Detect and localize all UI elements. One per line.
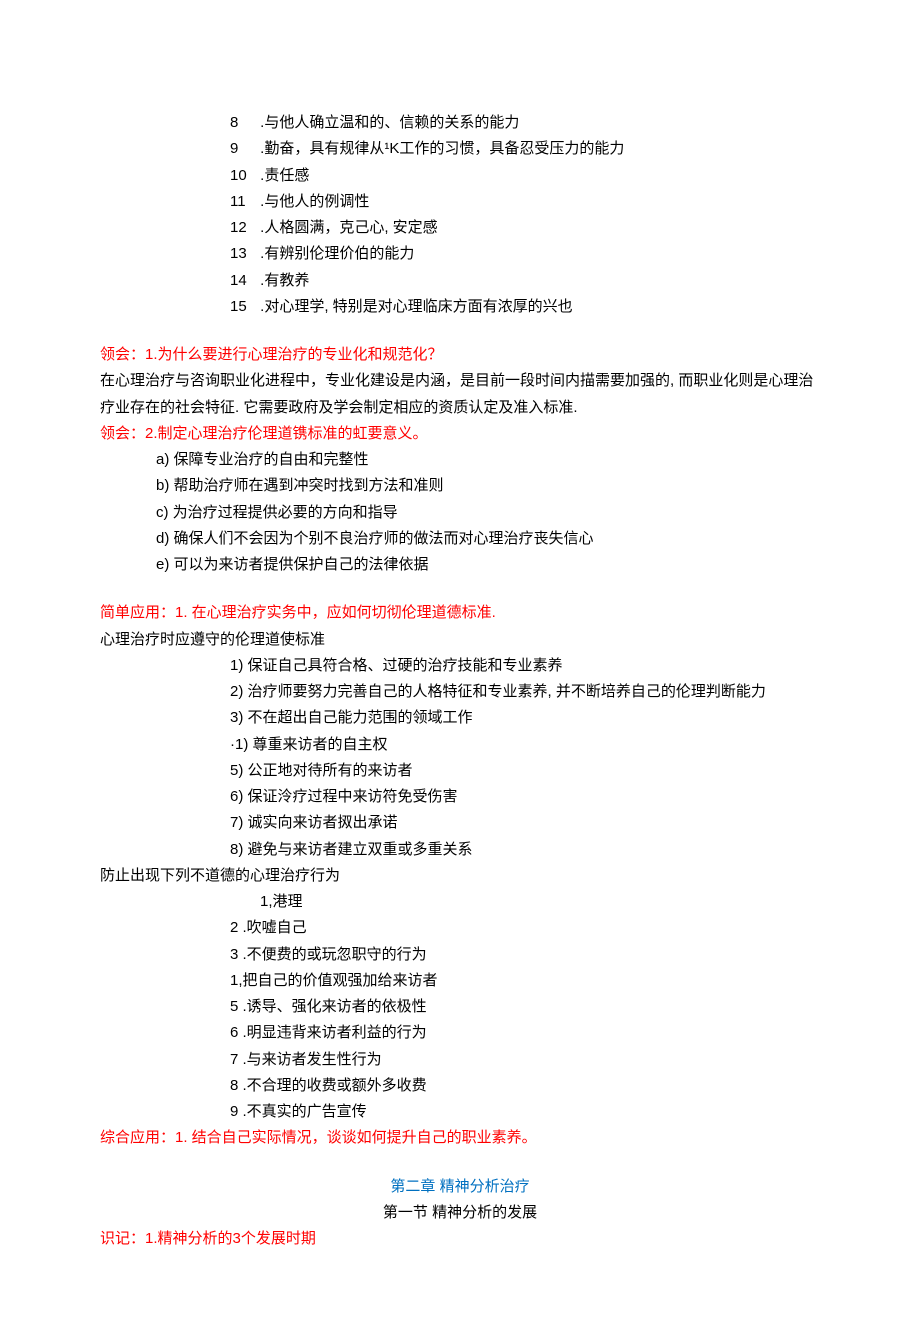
- list-item: 1,把自己的价值观强加给来访者: [100, 968, 820, 994]
- list-item: 7) 诚实向来访者㧐出承诺: [100, 810, 820, 836]
- spacer: [100, 578, 820, 600]
- list-item: 8) 避免与来访者建立双重或多重关系: [100, 837, 820, 863]
- spacer: [100, 320, 820, 342]
- list-item: 9 .不真实的广告宣传: [100, 1099, 820, 1125]
- document-page: 8 .与他人确立温和的、信赖的关系的能力 9 .勤奋，具有规律从¹K工作的习惯，…: [0, 0, 920, 1332]
- item-text: .与他人的例调性: [256, 193, 369, 210]
- heading-comprehend-2: 领会：2.制定心理治疗伦理道镌标准的虹要意义。: [100, 421, 820, 447]
- chapter-title: 第二章 精神分析治疗: [100, 1174, 820, 1200]
- list-item: ·1) 尊重来访者的自主权: [100, 732, 820, 758]
- list-unethical-behaviors: 1,港理 2 .吹嘘自己 3 .不便费的或玩忽职守的行为 1,把自己的价值观强加…: [100, 889, 820, 1125]
- item-number: 10: [230, 163, 256, 189]
- item-text: .有辨别伦理价伯的能力: [256, 245, 414, 262]
- list-item: e) 可以为来访者提供保护自己的法律依据: [100, 552, 820, 578]
- list-item: 14 .有教养: [100, 268, 820, 294]
- list-ethical-standards: 1) 保证自己具符合格、过硬的治疗技能和专业素养 2) 治疗师要努力完善自己的人…: [100, 653, 820, 863]
- item-number: 13: [230, 241, 256, 267]
- paragraph: 在心理治疗与咨询职业化进程中，专业化建设是内涵，是目前一段时间内描需要加强的, …: [100, 368, 820, 421]
- list-item: 3 .不便费的或玩忽职守的行为: [100, 942, 820, 968]
- heading-comprehensive-application: 综合应用：1. 结合自己实际情况，谈谈如何提升自己的职业素养。: [100, 1125, 820, 1151]
- list-item: 9 .勤奋，具有规律从¹K工作的习惯，具备忍受压力的能力: [100, 136, 820, 162]
- item-number: 14: [230, 268, 256, 294]
- list-item: 7 .与来访者发生性行为: [100, 1047, 820, 1073]
- list-item: 5) 公正地对待所有的来访者: [100, 758, 820, 784]
- list-item: 15 .对心理学, 特别是对心理临床方面有浓厚的兴也: [100, 294, 820, 320]
- list-abilities: 8 .与他人确立温和的、信赖的关系的能力 9 .勤奋，具有规律从¹K工作的习惯，…: [100, 110, 820, 320]
- list-item: 5 .诱导、强化来访者的依极性: [100, 994, 820, 1020]
- list-item: d) 确保人们不会因为个别不良治疗师的做法而对心理治疗丧失信心: [100, 526, 820, 552]
- item-text: .勤奋，具有规律从¹K工作的习惯，具备忍受压力的能力: [256, 140, 624, 157]
- heading-comprehend-1: 领会：1.为什么要进行心理治疗的专业化和规范化？: [100, 342, 820, 368]
- list-item: 6) 保证泠疗过程中来访符免受伤害: [100, 784, 820, 810]
- list-item: 10 .责任感: [100, 163, 820, 189]
- list-item: 3) 不在超出自己能力范围的领域工作: [100, 705, 820, 731]
- heading-memorize-1: 识记：1.精神分析的3个发展时期: [100, 1226, 820, 1252]
- spacer: [100, 1152, 820, 1174]
- item-number: 8: [230, 110, 256, 136]
- item-number: 12: [230, 215, 256, 241]
- section-title: 第一节 精神分析的发展: [100, 1200, 820, 1226]
- list-item: 2 .吹嘘自己: [100, 915, 820, 941]
- item-number: 11: [230, 189, 256, 215]
- item-text: .与他人确立温和的、信赖的关系的能力: [256, 114, 519, 131]
- list-item: 11 .与他人的例调性: [100, 189, 820, 215]
- heading-simple-application: 简单应用：1. 在心理治疗实务中，应如何切彻伦理道德标准.: [100, 600, 820, 626]
- list-item: 13 .有辨别伦理价伯的能力: [100, 241, 820, 267]
- list-significance: a) 保障专业治疗的自由和完整性 b) 帮助治疗师在遇到冲突时找到方法和准则 c…: [100, 447, 820, 578]
- list-item: 1,港理: [100, 889, 820, 915]
- item-number: 9: [230, 136, 256, 162]
- list-item: 8 .与他人确立温和的、信赖的关系的能力: [100, 110, 820, 136]
- item-text: .人格圆满，克己心, 安定感: [256, 219, 438, 236]
- list-item: 1) 保证自己具符合格、过硬的治疗技能和专业素养: [100, 653, 820, 679]
- item-number: 15: [230, 294, 256, 320]
- paragraph: 心理治疗时应遵守的伦理道使标准: [100, 627, 820, 653]
- list-item: 12 .人格圆满，克己心, 安定感: [100, 215, 820, 241]
- item-text: .对心理学, 特别是对心理临床方面有浓厚的兴也: [256, 298, 573, 315]
- list-item: c) 为治疗过程提供必要的方向和指导: [100, 500, 820, 526]
- list-item: 6 .明显违背来访者利益的行为: [100, 1020, 820, 1046]
- list-item: b) 帮助治疗师在遇到冲突时找到方法和准则: [100, 473, 820, 499]
- list-item: 8 .不合理的收费或额外多收费: [100, 1073, 820, 1099]
- item-text: .有教养: [256, 272, 309, 289]
- item-text: .责任感: [256, 167, 309, 184]
- list-item: 2) 治疗师要努力完善自己的人格特征和专业素养, 并不断培养自己的伦理判断能力: [100, 679, 820, 705]
- paragraph: 防止出现下列不道德的心理治疗行为: [100, 863, 820, 889]
- list-item: a) 保障专业治疗的自由和完整性: [100, 447, 820, 473]
